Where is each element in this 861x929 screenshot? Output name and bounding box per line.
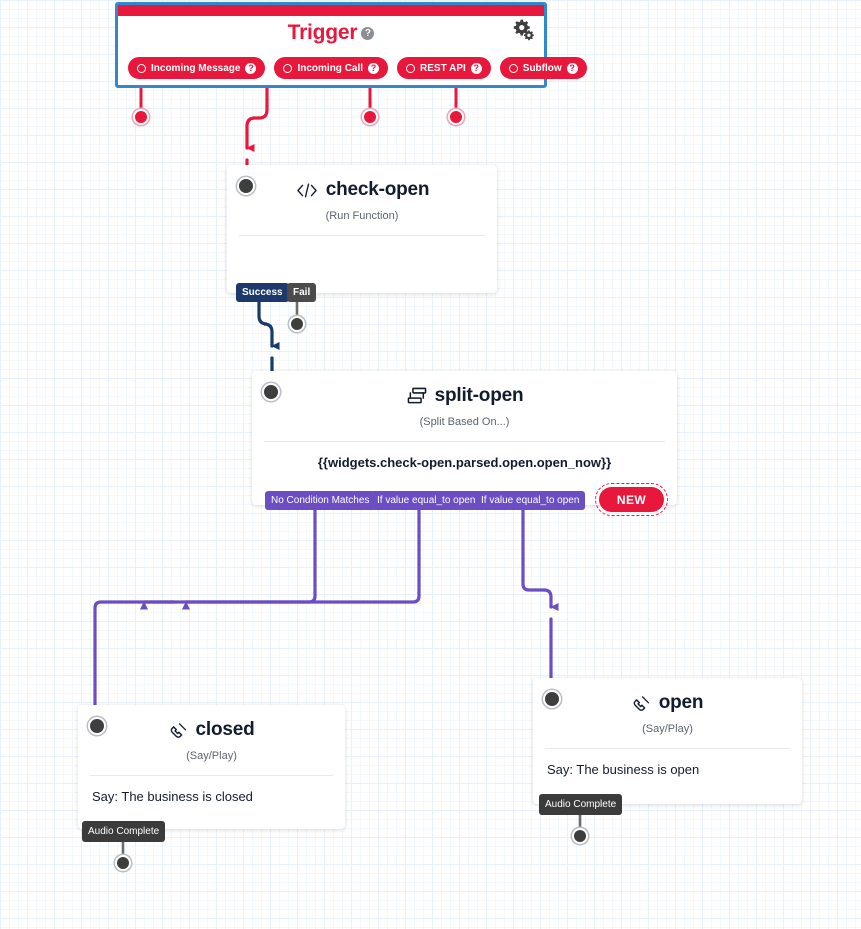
trigger-title-text: Trigger [287,21,358,44]
flow-canvas[interactable]: Trigger? Incoming Message ? Incoming Cal… [0,0,861,929]
phone-icon [169,721,189,739]
gear-icon[interactable] [511,17,535,41]
trigger-pill-label: REST API [420,62,466,74]
node-subtitle: (Say/Play) [642,723,693,735]
outcome-badge-audio-complete-open[interactable]: Audio Complete [539,794,623,815]
trigger-pill-label: Incoming Message [151,62,241,74]
node-title: open [533,678,802,714]
wire-trigger-to-check-open [245,74,269,178]
help-icon[interactable]: ? [566,62,578,74]
trigger-pill-incoming-message[interactable]: Incoming Message ? [128,57,266,79]
outcome-badge-if-value-equal-to-open-2[interactable]: If value equal_to open [475,491,586,510]
node-title-text: check-open [325,179,430,200]
trigger-pill-incoming-call[interactable]: Incoming Call ? [274,57,389,79]
help-icon[interactable]: ? [368,62,380,74]
connector-endpoint-incoming-message[interactable] [133,109,149,125]
new-condition-button[interactable]: NEW [599,487,664,512]
help-icon[interactable]: ? [245,62,257,74]
trigger-pill-label: Subflow [522,62,562,74]
radio-icon [137,63,146,73]
split-icon [406,387,428,405]
node-title-text: open [658,692,704,713]
node-input-port[interactable] [543,690,561,708]
node-input-port[interactable] [237,177,255,195]
connector-endpoint-subflow[interactable] [448,109,464,125]
node-input-port[interactable] [88,717,106,735]
node-subtitle: (Run Function) [325,210,399,222]
trigger-pill-rest-api[interactable]: REST API ? [397,57,491,79]
outcome-badge-no-condition-matches[interactable]: No Condition Matches [265,491,376,510]
new-condition-button-wrapper: NEW [595,483,668,516]
node-title: check-open [227,165,497,201]
connector-endpoint-rest-api[interactable] [362,109,378,125]
node-subtitle: (Say/Play) [186,750,237,762]
node-title: closed [78,705,345,741]
node-closed[interactable]: closed (Say/Play) Say: The business is c… [78,705,345,829]
node-title: split-open [252,371,677,407]
wire-success-to-split-open [257,300,280,382]
code-icon [295,182,319,199]
node-body: {{widgets.check-open.parsed.open.open_no… [317,455,612,470]
trigger-title: Trigger? [118,21,544,45]
outcome-badge-if-value-equal-to-open-1[interactable]: If value equal_to open [371,491,482,510]
trigger-pill-label: Incoming Call [297,62,364,74]
node-title-text: closed [195,719,255,740]
outcome-badge-fail[interactable]: Fail [287,283,317,302]
trigger-pill-list: Incoming Message ? Incoming Call ? REST … [128,57,587,79]
connector-endpoint-closed-audio-complete[interactable] [115,855,131,871]
node-body: Say: The business is closed [92,789,253,804]
wire-branch3-to-open [521,508,559,690]
node-subtitle: (Split Based On...) [419,416,510,428]
radio-icon [283,63,293,73]
connector-endpoint-open-audio-complete[interactable] [572,828,588,844]
radio-icon [406,63,416,73]
outcome-badge-audio-complete-closed[interactable]: Audio Complete [82,821,166,842]
trigger-pill-subflow[interactable]: Subflow ? [499,57,587,79]
node-title-text: split-open [434,385,524,406]
wire-branch2-to-closed [139,508,421,610]
trigger-accent-bar [118,5,544,16]
outcome-badge-success[interactable]: Success [236,283,289,302]
node-open[interactable]: open (Say/Play) Say: The business is ope… [533,678,802,804]
help-icon[interactable]: ? [470,62,482,74]
trigger-node[interactable]: Trigger? Incoming Message ? Incoming Cal… [115,2,587,88]
node-input-port[interactable] [262,383,280,401]
connector-endpoint-fail[interactable] [289,316,305,332]
radio-icon [508,63,518,73]
trigger-help-icon[interactable]: ? [361,27,375,40]
node-body: Say: The business is open [547,762,700,777]
node-body [227,236,497,249]
node-check-open[interactable]: check-open (Run Function) [227,165,497,293]
phone-icon [632,694,652,712]
wire-no-condition-to-closed [93,508,317,716]
